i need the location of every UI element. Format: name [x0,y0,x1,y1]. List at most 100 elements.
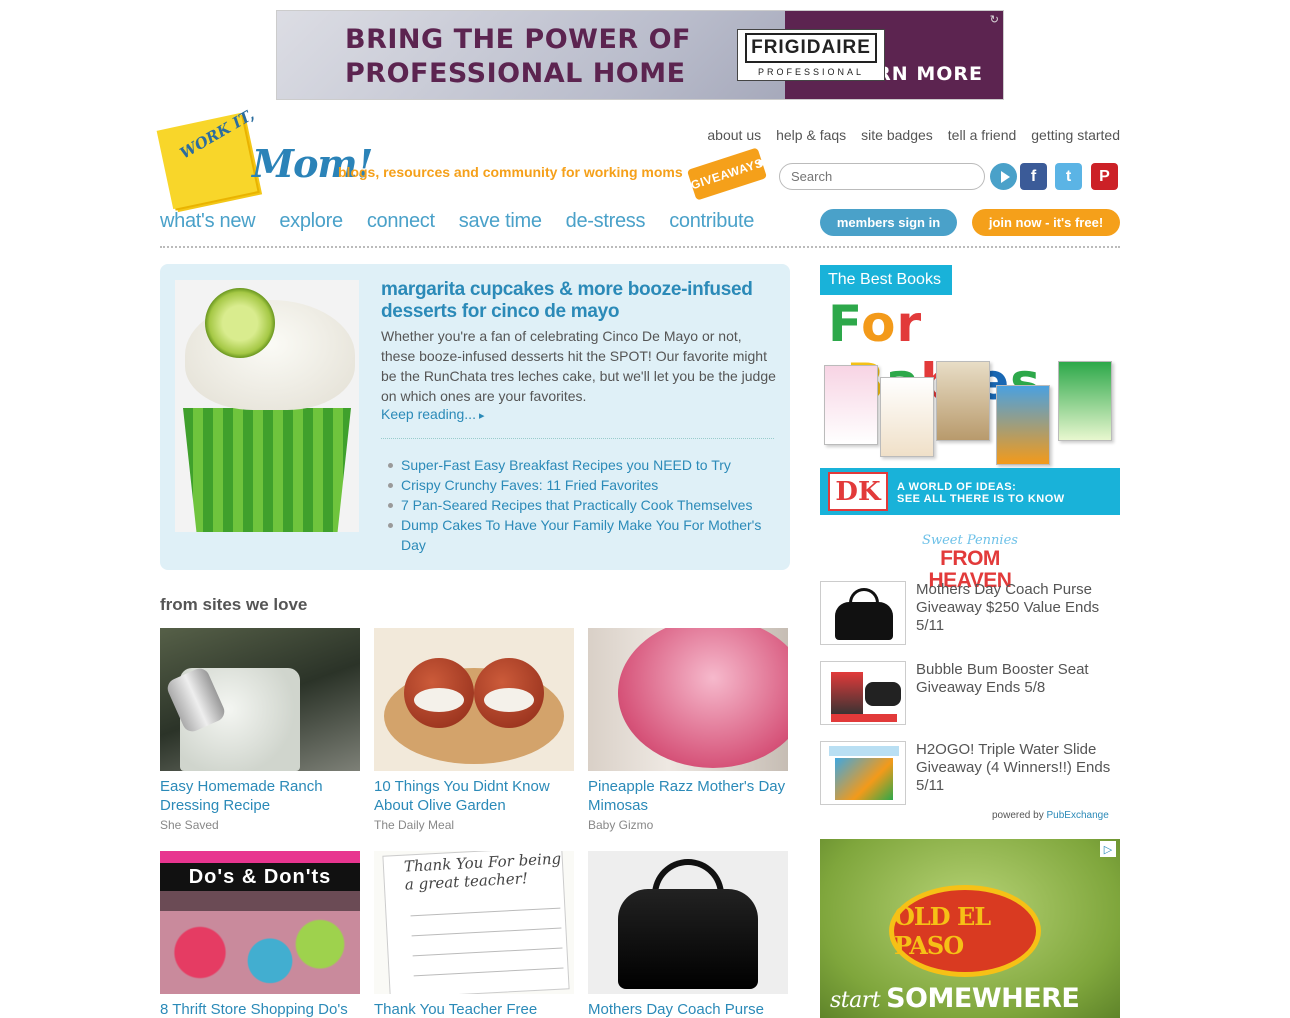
facebook-icon[interactable]: f [1020,163,1047,190]
books-ad-footer: DK A WORLD OF IDEAS: SEE ALL THERE IS TO… [820,468,1120,515]
story-card[interactable]: Easy Homemade Ranch Dressing Recipe She … [160,628,360,832]
old-el-paso-ad[interactable]: ▷ OLD EL PASO startSOMEWHERE FRESH [820,839,1120,1018]
story-thumbnail[interactable] [160,628,360,771]
util-link-about[interactable]: about us [707,127,761,143]
thumbnail-overlay-text: Do's & Don'ts [160,863,360,891]
nav-de-stress[interactable]: de-stress [566,210,646,233]
site-tagline: blogs, resources and community for worki… [338,164,683,180]
section-heading: from sites we love [160,595,308,614]
util-link-tell-friend[interactable]: tell a friend [948,127,1016,143]
util-link-getting-started[interactable]: getting started [1031,127,1120,143]
partner-item[interactable]: Bubble Bum Booster Seat Giveaway Ends 5/… [820,661,1120,727]
partner-item[interactable]: Mothers Day Coach Purse Giveaway $250 Va… [820,581,1120,647]
story-card[interactable]: Pineapple Razz Mother's Day Mimosas Baby… [588,628,788,832]
sauce-graphic [414,688,464,712]
pinterest-icon[interactable]: P [1091,163,1118,190]
related-link[interactable]: Super-Fast Easy Breakfast Recipes you NE… [387,455,779,475]
related-link[interactable]: Crispy Crunchy Faves: 11 Fried Favorites [387,475,779,495]
story-card[interactable]: Thank You For being a great teacher! Tha… [374,851,574,1018]
headline-letter: r [896,295,923,353]
story-title[interactable]: Mothers Day Coach Purse [588,1000,788,1018]
water-slide-box-graphic [835,758,893,800]
ad-choices-icon[interactable]: ↻ [990,13,999,26]
search-input[interactable] [779,163,985,190]
featured-article: margarita cupcakes & more booze-infused … [160,264,790,570]
story-title[interactable]: 10 Things You Didnt Know About Olive Gar… [374,777,574,815]
nav-whats-new[interactable]: what's new [160,210,256,233]
partner-item-title[interactable]: Mothers Day Coach Purse Giveaway $250 Va… [916,581,1116,635]
search-submit-button[interactable] [990,163,1017,190]
purse-handle-graphic [849,588,879,610]
ad-left-panel: BRING THE POWER OF PROFESSIONAL HOME FRI… [277,11,885,99]
story-title[interactable]: Easy Homemade Ranch Dressing Recipe [160,777,360,815]
story-card[interactable]: Mothers Day Coach Purse [588,851,788,1018]
partner-item-thumbnail[interactable] [820,741,906,805]
util-link-badges[interactable]: site badges [861,127,933,143]
story-title[interactable]: Pineapple Razz Mother's Day Mimosas [588,777,788,815]
util-link-help[interactable]: help & faqs [776,127,846,143]
featured-image[interactable] [175,280,359,532]
ad-headline-line2: PROFESSIONAL HOME [345,58,686,89]
story-thumbnail[interactable] [588,628,788,771]
ad-brand: FRIGIDAIRE [745,33,877,63]
featured-title[interactable]: margarita cupcakes & more booze-infused … [381,279,771,323]
nav-save-time[interactable]: save time [459,210,542,233]
paper-line [413,967,564,977]
nav-contribute[interactable]: contribute [669,210,754,233]
books-ad[interactable]: The Best Books For Babies DK A WORLD OF … [820,265,1120,515]
booster-box-graphic [831,672,863,716]
frigidaire-logo: FRIGIDAIRE PROFESSIONAL [737,29,885,81]
ad-choices-icon[interactable]: ▷ [1100,841,1116,857]
giveaways-label: GIVEAWAYS [686,147,768,201]
story-thumbnail[interactable] [374,628,574,771]
paper-line [411,927,562,937]
book-cover [880,377,934,457]
partner-item[interactable]: H2OGO! Triple Water Slide Giveaway (4 Wi… [820,741,1120,807]
ad-headline: BRING THE POWER OF PROFESSIONAL HOME [345,23,691,91]
related-link[interactable]: Dump Cakes To Have Your Family Make You … [387,515,779,555]
headline-letter: F [828,295,862,353]
paper-line [412,947,563,957]
twitter-icon[interactable]: t [1055,163,1082,190]
footer-line: A WORLD OF IDEAS: [897,481,1017,493]
story-card[interactable]: 10 Things You Didnt Know About Olive Gar… [374,628,574,832]
pubexchange-link[interactable]: PubExchange [1046,810,1108,821]
paper-graphic: Thank You For being a great teacher! [382,851,570,994]
nav-connect[interactable]: connect [367,210,435,233]
main-nav: what's new explore connect save time de-… [160,210,754,233]
join-now-button[interactable]: join now - it's free! [972,209,1120,236]
story-title[interactable]: 8 Thrift Store Shopping Do's [160,1000,360,1018]
dk-logo: DK [828,472,888,511]
ad-headline-line1: BRING THE POWER OF [345,24,691,55]
site-logo[interactable]: WORK IT, Mom! [156,106,373,210]
powered-by-label: powered by [992,810,1044,821]
cupcake-liner [183,408,351,532]
footer-line: SEE ALL THERE IS TO KNOW [897,493,1065,505]
nav-explore[interactable]: explore [279,210,343,233]
related-link[interactable]: 7 Pan-Seared Recipes that Practically Co… [387,495,779,515]
partner-item-thumbnail[interactable] [820,581,906,645]
ad-slogan: startSOMEWHERE FRESH [830,983,1120,1018]
partner-item-title[interactable]: Bubble Bum Booster Seat Giveaway Ends 5/… [916,661,1116,697]
thumbnail-overlay-text: Thank You For being a great teacher! [403,851,562,894]
partner-item-title[interactable]: H2OGO! Triple Water Slide Giveaway (4 Wi… [916,741,1116,795]
members-sign-in-button[interactable]: members sign in [820,209,957,236]
top-banner-ad[interactable]: BRING THE POWER OF PROFESSIONAL HOME FRI… [276,10,1004,100]
keep-reading-link[interactable]: Keep reading... [381,406,485,422]
partner-item-thumbnail[interactable] [820,661,906,725]
story-thumbnail[interactable] [588,851,788,994]
giveaways-tag[interactable]: GIVEAWAYS [686,147,770,201]
old-el-paso-logo: OLD EL PASO [889,885,1041,977]
book-cover [824,365,878,445]
story-title[interactable]: Thank You Teacher Free [374,1000,574,1018]
story-card[interactable]: Do's & Don'ts 8 Thrift Store Shopping Do… [160,851,360,1018]
clothes-pile-graphic [160,911,360,994]
ad-brand-sub: PROFESSIONAL [757,67,865,77]
ad-slogan-script: start [830,988,881,1013]
book-cover [1058,361,1112,441]
story-thumbnail[interactable]: Do's & Don'ts [160,851,360,994]
purse-graphic [618,889,758,989]
story-thumbnail[interactable]: Thank You For being a great teacher! [374,851,574,994]
book-cover [996,385,1050,465]
book-cover [936,361,990,441]
